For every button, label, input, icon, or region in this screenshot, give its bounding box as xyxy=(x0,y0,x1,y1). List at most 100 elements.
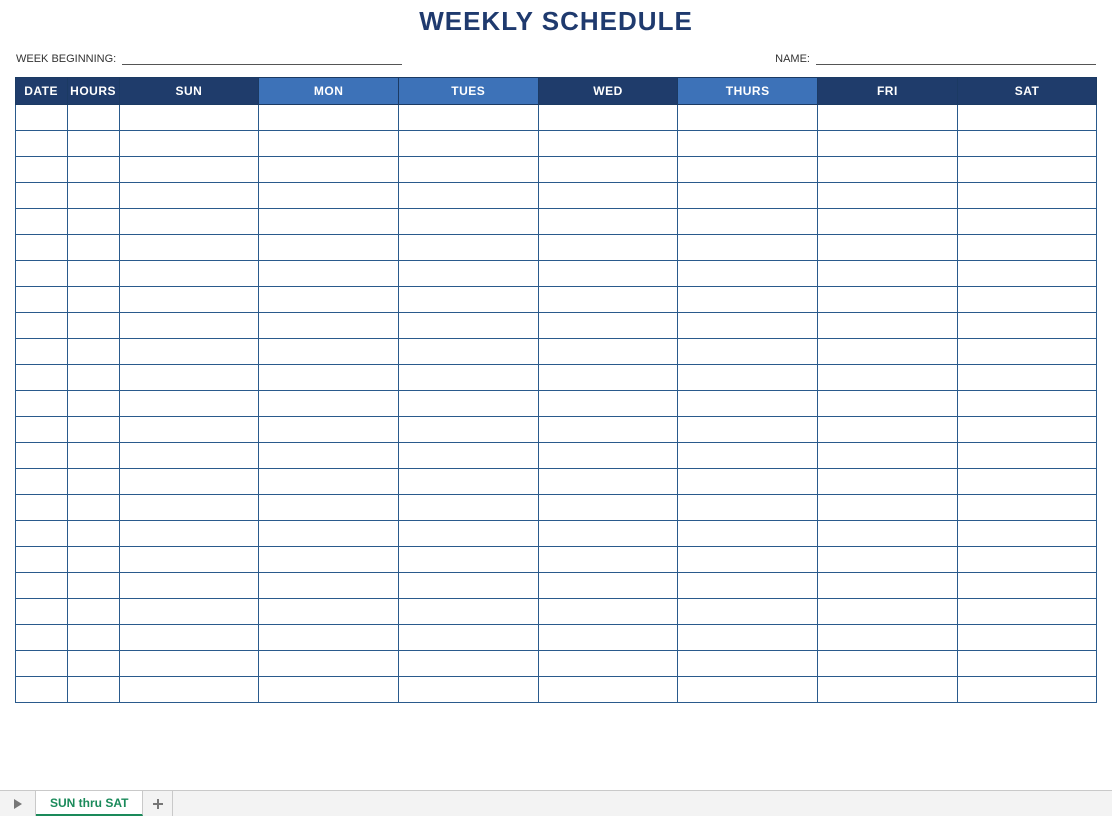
cell[interactable] xyxy=(15,469,67,495)
cell[interactable] xyxy=(957,131,1097,157)
cell[interactable] xyxy=(15,365,67,391)
cell[interactable] xyxy=(119,521,259,547)
cell[interactable] xyxy=(538,131,678,157)
cell[interactable] xyxy=(538,443,678,469)
cell[interactable] xyxy=(818,599,958,625)
cell[interactable] xyxy=(538,599,678,625)
cell[interactable] xyxy=(957,105,1097,131)
cell[interactable] xyxy=(678,235,818,261)
cell[interactable] xyxy=(15,339,67,365)
cell[interactable] xyxy=(818,105,958,131)
tab-scroll-button[interactable] xyxy=(0,791,36,816)
cell[interactable] xyxy=(259,365,399,391)
cell[interactable] xyxy=(957,469,1097,495)
cell[interactable] xyxy=(398,521,538,547)
cell[interactable] xyxy=(957,573,1097,599)
cell[interactable] xyxy=(15,261,67,287)
cell[interactable] xyxy=(259,235,399,261)
cell[interactable] xyxy=(398,573,538,599)
cell[interactable] xyxy=(119,495,259,521)
cell[interactable] xyxy=(67,261,119,287)
cell[interactable] xyxy=(259,599,399,625)
cell[interactable] xyxy=(538,521,678,547)
cell[interactable] xyxy=(538,573,678,599)
cell[interactable] xyxy=(957,651,1097,677)
cell[interactable] xyxy=(818,261,958,287)
cell[interactable] xyxy=(259,469,399,495)
cell[interactable] xyxy=(15,287,67,313)
cell[interactable] xyxy=(398,131,538,157)
cell[interactable] xyxy=(678,469,818,495)
cell[interactable] xyxy=(818,339,958,365)
cell[interactable] xyxy=(398,261,538,287)
cell[interactable] xyxy=(259,625,399,651)
cell[interactable] xyxy=(67,313,119,339)
cell[interactable] xyxy=(398,547,538,573)
cell[interactable] xyxy=(67,339,119,365)
cell[interactable] xyxy=(818,183,958,209)
cell[interactable] xyxy=(818,573,958,599)
cell[interactable] xyxy=(15,313,67,339)
cell[interactable] xyxy=(15,235,67,261)
cell[interactable] xyxy=(119,313,259,339)
cell[interactable] xyxy=(957,625,1097,651)
cell[interactable] xyxy=(957,677,1097,703)
cell[interactable] xyxy=(398,183,538,209)
cell[interactable] xyxy=(67,469,119,495)
cell[interactable] xyxy=(818,651,958,677)
cell[interactable] xyxy=(259,443,399,469)
cell[interactable] xyxy=(538,235,678,261)
cell[interactable] xyxy=(67,235,119,261)
cell[interactable] xyxy=(957,599,1097,625)
cell[interactable] xyxy=(678,287,818,313)
cell[interactable] xyxy=(678,417,818,443)
cell[interactable] xyxy=(119,469,259,495)
cell[interactable] xyxy=(15,209,67,235)
cell[interactable] xyxy=(818,495,958,521)
cell[interactable] xyxy=(15,495,67,521)
cell[interactable] xyxy=(67,105,119,131)
cell[interactable] xyxy=(15,391,67,417)
cell[interactable] xyxy=(67,625,119,651)
cell[interactable] xyxy=(957,365,1097,391)
cell[interactable] xyxy=(398,443,538,469)
cell[interactable] xyxy=(398,677,538,703)
cell[interactable] xyxy=(678,105,818,131)
cell[interactable] xyxy=(398,495,538,521)
cell[interactable] xyxy=(678,521,818,547)
cell[interactable] xyxy=(67,651,119,677)
cell[interactable] xyxy=(678,651,818,677)
cell[interactable] xyxy=(67,183,119,209)
cell[interactable] xyxy=(538,183,678,209)
cell[interactable] xyxy=(678,339,818,365)
cell[interactable] xyxy=(119,131,259,157)
cell[interactable] xyxy=(818,209,958,235)
cell[interactable] xyxy=(818,391,958,417)
cell[interactable] xyxy=(678,599,818,625)
cell[interactable] xyxy=(538,625,678,651)
cell[interactable] xyxy=(818,157,958,183)
cell[interactable] xyxy=(398,313,538,339)
cell[interactable] xyxy=(538,261,678,287)
cell[interactable] xyxy=(398,105,538,131)
cell[interactable] xyxy=(678,131,818,157)
cell[interactable] xyxy=(398,157,538,183)
cell[interactable] xyxy=(119,261,259,287)
cell[interactable] xyxy=(15,547,67,573)
cell[interactable] xyxy=(398,417,538,443)
cell[interactable] xyxy=(678,313,818,339)
cell[interactable] xyxy=(119,573,259,599)
cell[interactable] xyxy=(67,365,119,391)
cell[interactable] xyxy=(259,573,399,599)
name-input[interactable] xyxy=(816,51,1096,65)
cell[interactable] xyxy=(398,599,538,625)
cell[interactable] xyxy=(678,547,818,573)
cell[interactable] xyxy=(678,625,818,651)
cell[interactable] xyxy=(119,209,259,235)
cell[interactable] xyxy=(818,313,958,339)
cell[interactable] xyxy=(818,235,958,261)
cell[interactable] xyxy=(398,391,538,417)
cell[interactable] xyxy=(398,235,538,261)
cell[interactable] xyxy=(538,365,678,391)
cell[interactable] xyxy=(818,547,958,573)
